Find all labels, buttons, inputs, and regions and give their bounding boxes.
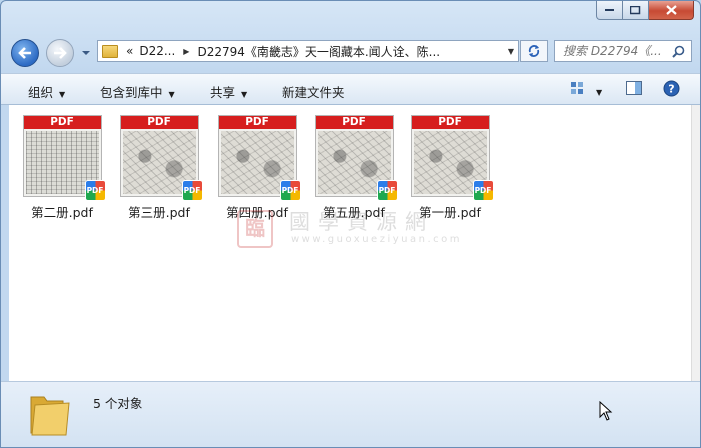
preview-pane-icon	[626, 81, 642, 95]
address-bar[interactable]: « D22... ▶ D22794《南畿志》天一阁藏本.闻人诠、陈... ▼	[97, 40, 519, 62]
file-item[interactable]: PDF PDF 第一册.pdf	[408, 115, 494, 221]
view-grid-icon	[571, 82, 583, 94]
pdf-app-icon: PDF	[84, 180, 106, 201]
share-menu[interactable]: 共享 ▼	[210, 82, 247, 101]
file-item[interactable]: PDF PDF 第二册.pdf	[20, 115, 106, 221]
pdf-banner: PDF	[23, 116, 101, 129]
pdf-banner: PDF	[120, 116, 198, 129]
file-name[interactable]: 第三册.pdf	[117, 202, 201, 221]
new-folder-label: 新建文件夹	[282, 85, 345, 100]
preview-pane-button[interactable]	[626, 81, 642, 99]
minimize-button[interactable]	[596, 1, 623, 20]
address-history-dropdown-icon[interactable]: ▼	[508, 47, 514, 56]
chevron-down-icon: ▼	[59, 90, 66, 99]
vertical-scrollbar[interactable]	[691, 105, 700, 381]
file-name[interactable]: 第二册.pdf	[20, 202, 104, 221]
close-icon	[665, 5, 677, 15]
command-bar: 组织 ▼ 包含到库中 ▼ 共享 ▼ 新建文件夹 ▼ ?	[1, 73, 700, 105]
share-label: 共享	[210, 85, 236, 100]
include-in-library-label: 包含到库中	[100, 85, 163, 100]
forward-button[interactable]	[46, 39, 74, 67]
organize-label: 组织	[28, 85, 54, 100]
pdf-thumbnail: PDF PDF	[22, 115, 106, 201]
help-icon: ?	[663, 80, 680, 97]
arrow-right-icon	[54, 47, 67, 59]
chevron-down-icon: ▼	[168, 90, 175, 99]
item-count: 5 个对象	[93, 396, 143, 411]
pdf-app-icon: PDF	[181, 180, 203, 201]
pdf-thumbnail: PDF PDF	[119, 115, 203, 201]
pdf-banner: PDF	[218, 116, 296, 129]
maximize-button[interactable]	[623, 1, 649, 20]
back-button[interactable]	[11, 39, 39, 67]
window-controls	[596, 1, 694, 20]
maximize-icon	[630, 5, 641, 14]
pdf-app-icon: PDF	[376, 180, 398, 201]
file-item[interactable]: PDF PDF 第五册.pdf	[312, 115, 398, 221]
navigation-bar: « D22... ▶ D22794《南畿志》天一阁藏本.闻人诠、陈... ▼	[1, 34, 700, 67]
mouse-cursor-icon	[599, 401, 613, 421]
pdf-thumbnail: PDF PDF	[314, 115, 398, 201]
breadcrumb-overflow[interactable]: «	[126, 44, 133, 58]
folder-icon	[30, 396, 70, 436]
include-in-library-menu[interactable]: 包含到库中 ▼	[100, 82, 175, 101]
refresh-icon	[528, 45, 540, 57]
file-name[interactable]: 第四册.pdf	[215, 202, 299, 221]
search-input[interactable]	[563, 44, 667, 58]
file-item[interactable]: PDF PDF 第三册.pdf	[117, 115, 203, 221]
file-list[interactable]: PDF PDF 第二册.pdf PDF PDF 第三册.pdf PDF PDF …	[9, 105, 691, 381]
help-button[interactable]: ?	[663, 80, 680, 100]
pdf-banner: PDF	[411, 116, 489, 129]
organize-menu[interactable]: 组织 ▼	[28, 82, 65, 101]
details-pane: 5 个对象	[1, 381, 700, 447]
chevron-down-icon: ▼	[596, 88, 603, 97]
minimize-icon	[604, 9, 614, 11]
chevron-down-icon: ▼	[241, 90, 248, 99]
recent-pages-dropdown-icon[interactable]	[81, 48, 91, 58]
search-box[interactable]	[554, 40, 692, 62]
view-options-button[interactable]	[570, 81, 585, 98]
close-button[interactable]	[649, 1, 694, 20]
pdf-app-icon: PDF	[472, 180, 494, 201]
svg-text:?: ?	[668, 83, 674, 96]
arrow-left-icon	[18, 47, 31, 59]
folder-icon	[102, 44, 118, 58]
pdf-thumbnail: PDF PDF	[410, 115, 494, 201]
breadcrumb-item[interactable]: D22...	[139, 44, 175, 58]
file-name[interactable]: 第一册.pdf	[408, 202, 492, 221]
file-item[interactable]: PDF PDF 第四册.pdf	[215, 115, 301, 221]
pdf-app-icon: PDF	[279, 180, 301, 201]
breadcrumb-separator-icon[interactable]: ▶	[183, 47, 189, 56]
pdf-banner: PDF	[315, 116, 393, 129]
new-folder-button[interactable]: 新建文件夹	[282, 82, 345, 101]
explorer-window: « D22... ▶ D22794《南畿志》天一阁藏本.闻人诠、陈... ▼ 组…	[0, 0, 701, 448]
view-options-dropdown[interactable]: ▼	[596, 83, 602, 98]
file-name[interactable]: 第五册.pdf	[312, 202, 396, 221]
pdf-thumbnail: PDF PDF	[217, 115, 301, 201]
refresh-button[interactable]	[520, 40, 548, 62]
search-icon[interactable]	[672, 45, 685, 58]
breadcrumb-current[interactable]: D22794《南畿志》天一阁藏本.闻人诠、陈...	[197, 43, 440, 60]
